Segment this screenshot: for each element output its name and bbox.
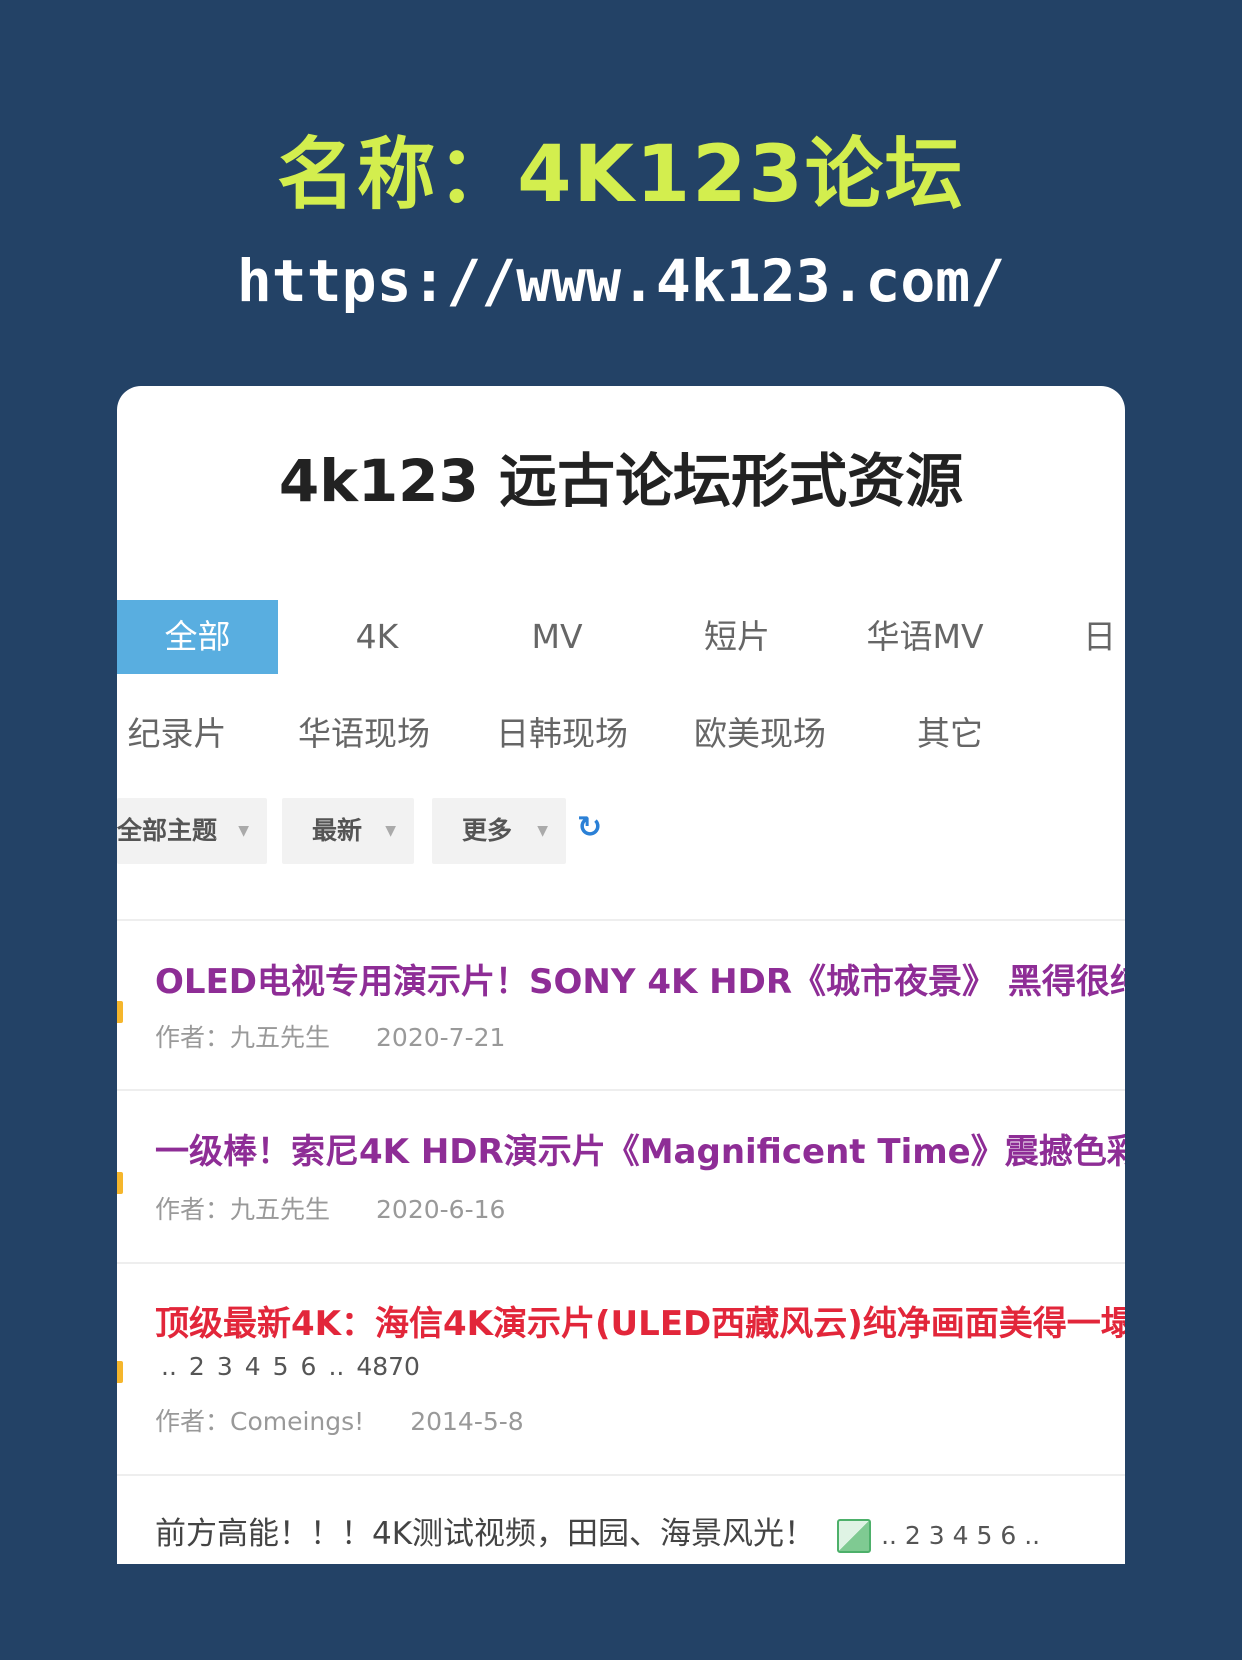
thread-meta: 作者：九五先生 2020-7-21 xyxy=(155,1018,505,1054)
tab-chinese-mv[interactable]: 华语MV xyxy=(845,600,1005,674)
filter-label: 最新 xyxy=(312,816,363,845)
page-headline: 名称：4K123论坛 xyxy=(277,130,965,220)
chevron-down-icon: ▼ xyxy=(537,823,548,839)
tab-other[interactable]: 其它 xyxy=(895,697,1005,771)
thread-title-link[interactable]: 前方高能！！！4K测试视频，田园、海景风光！ xyxy=(155,1516,815,1552)
thread-date: 2020-7-21 xyxy=(376,1023,506,1052)
thread-author[interactable]: 作者：Comeings! xyxy=(155,1407,364,1436)
thread-title-row: 前方高能！！！4K测试视频，田园、海景风光！.. 2 3 4 5 6 .. xyxy=(155,1508,1125,1553)
page-ellipsis: .. xyxy=(1024,1521,1041,1550)
divider xyxy=(117,919,1125,921)
thread-marker-icon xyxy=(117,1172,123,1194)
thread-title-link[interactable]: 顶级最新4K：海信4K演示片(ULED西藏风云)纯净画面美得一塌糊 xyxy=(155,1296,1125,1345)
filter-label: 更多 xyxy=(462,816,513,845)
thread-marker-icon xyxy=(117,1001,123,1023)
filter-more-dropdown[interactable]: 更多 ▼ xyxy=(432,798,566,864)
page-link[interactable]: 4870 xyxy=(356,1352,420,1381)
card-title: 4k123 远古论坛形式资源 xyxy=(278,447,964,515)
tab-4k[interactable]: 4K xyxy=(317,600,437,674)
tab-short[interactable]: 短片 xyxy=(677,600,797,674)
image-attachment-icon xyxy=(837,1518,872,1553)
page-link[interactable]: 4 xyxy=(245,1352,261,1381)
page-ellipsis: .. xyxy=(328,1352,345,1381)
page-link[interactable]: 3 xyxy=(929,1521,945,1550)
page-link[interactable]: 4 xyxy=(953,1521,969,1550)
divider xyxy=(117,1474,1125,1476)
tab-mv[interactable]: MV xyxy=(497,600,617,674)
site-url: https://www.4k123.com/ xyxy=(236,247,1006,315)
thread-date: 2014-5-8 xyxy=(410,1407,524,1436)
page-link[interactable]: 2 xyxy=(905,1521,921,1550)
thread-title-link[interactable]: 一级棒！索尼4K HDR演示片《Magnificent Time》震撼色彩扑 xyxy=(155,1124,1125,1173)
tab-jk-live[interactable]: 日韩现场 xyxy=(487,697,637,771)
forum-screenshot-card: 4k123 远古论坛形式资源 全部 4K MV 短片 华语MV 日 纪录片 华语… xyxy=(117,386,1125,1564)
tab-japanese-korean[interactable]: 日 xyxy=(1083,600,1125,674)
divider xyxy=(117,1089,1125,1091)
divider xyxy=(117,1262,1125,1264)
tab-all[interactable]: 全部 xyxy=(117,600,278,674)
page-link[interactable]: 6 xyxy=(1000,1521,1016,1550)
page-link[interactable]: 5 xyxy=(977,1521,993,1550)
page-ellipsis: .. xyxy=(881,1521,897,1550)
tab-western-live[interactable]: 欧美现场 xyxy=(685,697,835,771)
thread-marker-icon xyxy=(117,1361,123,1383)
page-link[interactable]: 3 xyxy=(217,1352,233,1381)
filter-all-topics-dropdown[interactable]: 全部主题 ▼ xyxy=(117,798,267,864)
page-link[interactable]: 2 xyxy=(189,1352,205,1381)
tab-documentary[interactable]: 纪录片 xyxy=(117,697,237,771)
thread-pagination: .. 2 3 4 5 6.. 4870 xyxy=(161,1352,432,1381)
filter-label: 全部主题 xyxy=(117,816,218,845)
thread-meta: 作者：九五先生 2020-6-16 xyxy=(155,1190,505,1226)
refresh-icon[interactable]: ↻ xyxy=(577,810,602,845)
thread-pagination: .. 2 3 4 5 6 .. xyxy=(881,1521,1040,1550)
thread-date: 2020-6-16 xyxy=(376,1195,506,1224)
page-link[interactable]: 5 xyxy=(273,1352,289,1381)
filter-latest-dropdown[interactable]: 最新 ▼ xyxy=(282,798,414,864)
thread-title-link[interactable]: OLED电视专用演示片！SONY 4K HDR《城市夜景》 黑得很纯粹 xyxy=(155,954,1125,1003)
thread-author[interactable]: 作者：九五先生 xyxy=(155,1023,330,1052)
thread-author[interactable]: 作者：九五先生 xyxy=(155,1195,330,1224)
page-ellipsis: .. xyxy=(161,1352,177,1381)
page-link[interactable]: 6 xyxy=(301,1352,317,1381)
chevron-down-icon: ▼ xyxy=(238,823,249,839)
thread-meta: 作者：Comeings! 2014-5-8 xyxy=(155,1402,524,1438)
chevron-down-icon: ▼ xyxy=(385,823,396,839)
tab-chinese-live[interactable]: 华语现场 xyxy=(289,697,439,771)
